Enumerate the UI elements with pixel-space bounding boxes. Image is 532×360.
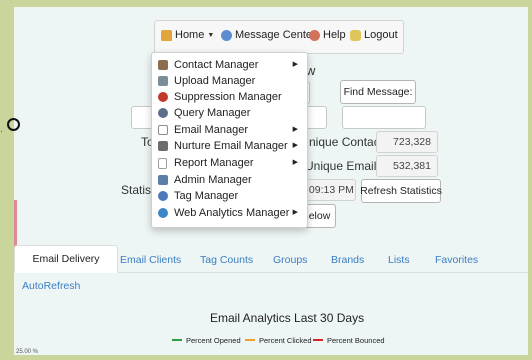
tab-lists[interactable]: Lists xyxy=(388,254,410,266)
email-manager-icon xyxy=(158,125,168,135)
menu-item-report-manager[interactable]: Report Manager ▶ xyxy=(152,156,307,171)
tab-brands[interactable]: Brands xyxy=(331,254,364,266)
legend-label-opened: Percent Opened xyxy=(186,335,241,345)
filter-input-right[interactable] xyxy=(342,106,426,129)
tab-tag-counts[interactable]: Tag Counts xyxy=(200,254,253,266)
admin-manager-icon xyxy=(158,175,168,185)
menu-item-label: Admin Manager xyxy=(174,174,252,186)
lock-icon xyxy=(350,29,361,41)
legend-swatch-bounced xyxy=(313,338,323,342)
unique-emails-label: Unique Emails: xyxy=(305,159,386,173)
home-dropdown-menu: Contact Manager ▶ Upload Manager Suppres… xyxy=(151,52,308,228)
refresh-statistics-button[interactable]: Refresh Statistics xyxy=(360,179,442,203)
tab-email-delivery[interactable]: Email Delivery xyxy=(14,245,118,273)
statistics-label: Statist xyxy=(121,183,155,197)
message-icon xyxy=(221,29,232,41)
frame-bottom xyxy=(0,355,532,360)
nav-help-label: Help xyxy=(323,29,346,41)
margin-dot: · xyxy=(0,126,3,136)
legend-bounced: Percent Bounced xyxy=(313,334,385,346)
submenu-arrow-icon: ▶ xyxy=(292,159,298,166)
menu-item-suppression-manager[interactable]: Suppression Manager xyxy=(152,90,307,105)
submenu-arrow-icon: ▶ xyxy=(292,126,298,133)
menu-item-label: Web Analytics Manager xyxy=(174,207,290,219)
menu-item-email-manager[interactable]: Email Manager ▶ xyxy=(152,123,307,138)
tab-groups[interactable]: Groups xyxy=(273,254,307,266)
menu-item-contact-manager[interactable]: Contact Manager ▶ xyxy=(152,58,307,73)
tab-autorefresh[interactable]: AutoRefresh xyxy=(22,280,80,292)
unique-contacts-value: 723,328 xyxy=(376,131,438,153)
legend-label-bounced: Percent Bounced xyxy=(327,335,385,345)
web-analytics-icon xyxy=(158,208,168,218)
nav-help[interactable]: Help xyxy=(309,29,346,41)
nav-logout-label: Logout xyxy=(364,29,398,41)
tag-manager-icon xyxy=(158,191,168,201)
menu-item-tag-manager[interactable]: Tag Manager xyxy=(152,189,307,204)
menu-item-label: Email Manager xyxy=(174,124,248,136)
nav-home[interactable]: Home ▼ xyxy=(161,29,214,41)
edge-marker xyxy=(14,200,17,250)
y-axis-tick-label: 25.00 % xyxy=(16,349,39,355)
help-icon xyxy=(309,29,320,41)
nav-message-center-label: Message Center xyxy=(235,29,316,41)
frame-left xyxy=(0,0,14,360)
find-message-button[interactable]: Find Message: xyxy=(340,80,416,104)
menu-item-nurture-email-manager[interactable]: Nurture Email Manager ▶ xyxy=(152,139,307,154)
menu-item-upload-manager[interactable]: Upload Manager xyxy=(152,74,307,89)
chevron-down-icon: ▼ xyxy=(207,31,215,39)
menu-item-label: Upload Manager xyxy=(174,75,256,87)
legend-swatch-clicked xyxy=(245,338,255,342)
legend-swatch-opened xyxy=(172,338,182,342)
menu-item-label: Nurture Email Manager xyxy=(174,140,288,152)
report-manager-icon xyxy=(158,158,167,169)
menu-item-label: Report Manager xyxy=(174,157,254,169)
query-manager-icon xyxy=(158,108,168,118)
menu-item-label: Suppression Manager xyxy=(174,91,282,103)
nav-logout[interactable]: Logout xyxy=(350,29,398,41)
unique-emails-value: 532,381 xyxy=(376,155,438,177)
menu-item-label: Tag Manager xyxy=(174,190,239,202)
nav-home-label: Home xyxy=(175,29,205,41)
nurture-email-icon xyxy=(158,141,168,151)
menu-item-web-analytics-manager[interactable]: Web Analytics Manager ▶ xyxy=(152,206,307,221)
home-icon xyxy=(161,29,172,41)
legend-opened: Percent Opened xyxy=(172,334,241,346)
top-navbar: Home ▼ Message Center Help Logout xyxy=(154,20,404,54)
menu-item-query-manager[interactable]: Query Manager xyxy=(152,106,307,121)
suppression-manager-icon xyxy=(158,92,168,102)
nav-message-center[interactable]: Message Center xyxy=(221,29,316,41)
legend-label-clicked: Percent Clicked xyxy=(259,335,312,345)
submenu-arrow-icon: ▶ xyxy=(292,209,298,216)
menu-item-label: Contact Manager xyxy=(174,59,259,71)
menu-item-admin-manager[interactable]: Admin Manager xyxy=(152,173,307,188)
submenu-arrow-icon: ▶ xyxy=(292,61,298,68)
cursor-ring-icon xyxy=(7,118,20,131)
submenu-arrow-icon: ▶ xyxy=(292,142,298,149)
tab-email-clients[interactable]: Email Clients xyxy=(120,254,181,266)
legend-clicked: Percent Clicked xyxy=(245,334,312,346)
upload-manager-icon xyxy=(158,76,168,86)
chart-title: Email Analytics Last 30 Days xyxy=(210,311,365,325)
frame-right xyxy=(528,0,532,360)
menu-item-label: Query Manager xyxy=(174,107,251,119)
frame-top xyxy=(0,0,532,7)
contact-manager-icon xyxy=(158,60,168,70)
tab-favorites[interactable]: Favorites xyxy=(435,254,478,266)
filter-input-left[interactable] xyxy=(131,106,153,129)
